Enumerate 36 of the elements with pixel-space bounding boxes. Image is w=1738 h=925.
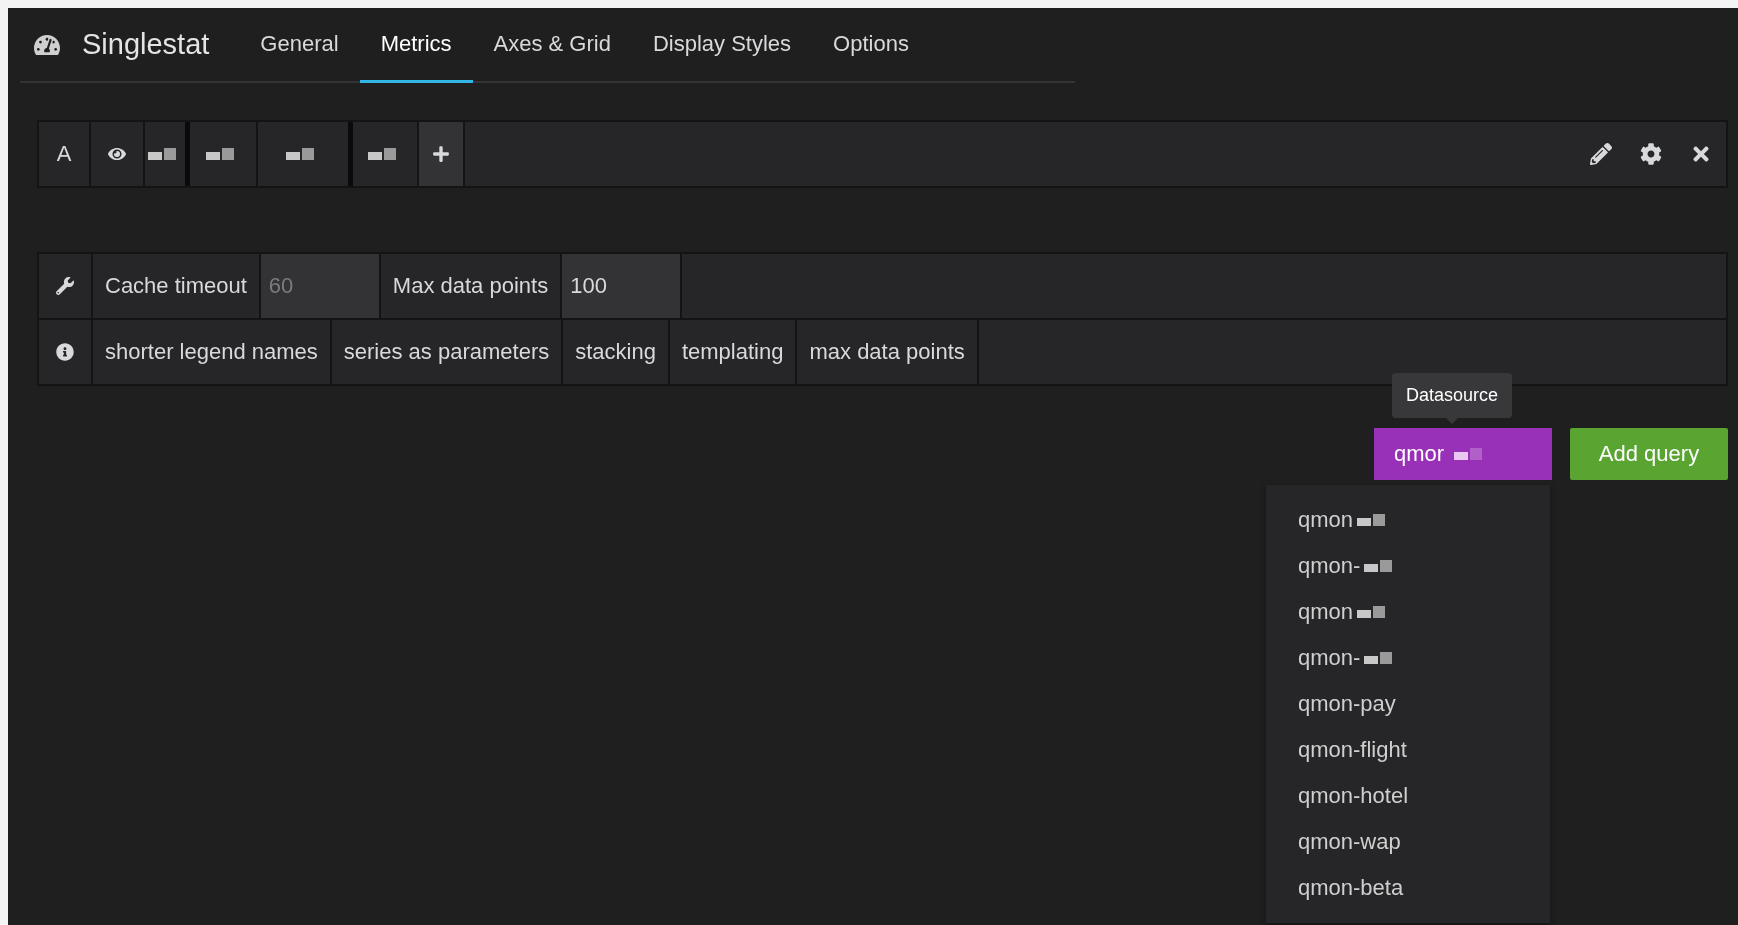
- field-label: Max data points: [392, 273, 549, 299]
- help-link[interactable]: templating: [669, 320, 798, 384]
- wrench-icon: [56, 277, 74, 295]
- menu-item[interactable]: qmon-pay: [1266, 681, 1550, 727]
- query-ref-id[interactable]: A: [39, 122, 91, 186]
- tooltip: Datasource: [1392, 373, 1513, 418]
- menu-item[interactable]: qmon-wap: [1266, 819, 1550, 865]
- tab[interactable]: Display Styles: [631, 8, 813, 83]
- tab[interactable]: Axes & Grid: [472, 8, 632, 83]
- tab[interactable]: Metrics: [359, 8, 473, 83]
- option-field[interactable]: 100: [562, 254, 683, 318]
- menu-item[interactable]: qmon: [1266, 589, 1550, 635]
- pencil-icon[interactable]: [1590, 143, 1612, 165]
- query-segment[interactable]: [145, 122, 190, 186]
- add-segment-button[interactable]: [419, 122, 465, 186]
- option-field[interactable]: 60: [260, 254, 381, 318]
- menu-item[interactable]: qmon-: [1266, 543, 1550, 589]
- datasource-button[interactable]: qmor: [1374, 428, 1552, 480]
- help-link[interactable]: max data points: [797, 320, 979, 384]
- settings-icon[interactable]: [1640, 143, 1662, 165]
- tab[interactable]: General: [239, 8, 360, 83]
- menu-item[interactable]: qmon-hotel: [1266, 773, 1550, 819]
- menu-item[interactable]: qmon: [1266, 497, 1550, 543]
- tab[interactable]: Options: [812, 8, 930, 83]
- eye-icon: [108, 145, 126, 163]
- menu-item[interactable]: qmon-flight: [1266, 727, 1550, 773]
- help-link[interactable]: stacking: [563, 320, 670, 384]
- help-link[interactable]: series as parameters: [331, 320, 564, 384]
- panel-title: Singlestat: [82, 28, 210, 61]
- menu-item[interactable]: qmon-: [1266, 635, 1550, 681]
- plus-icon: [432, 145, 450, 163]
- help-link[interactable]: shorter legend names: [93, 320, 332, 384]
- field-label: Cache timeout: [105, 273, 247, 299]
- tooltip-arrow: [1446, 418, 1459, 424]
- info-icon: [56, 343, 74, 361]
- menu-item[interactable]: qmon-beta: [1266, 865, 1550, 911]
